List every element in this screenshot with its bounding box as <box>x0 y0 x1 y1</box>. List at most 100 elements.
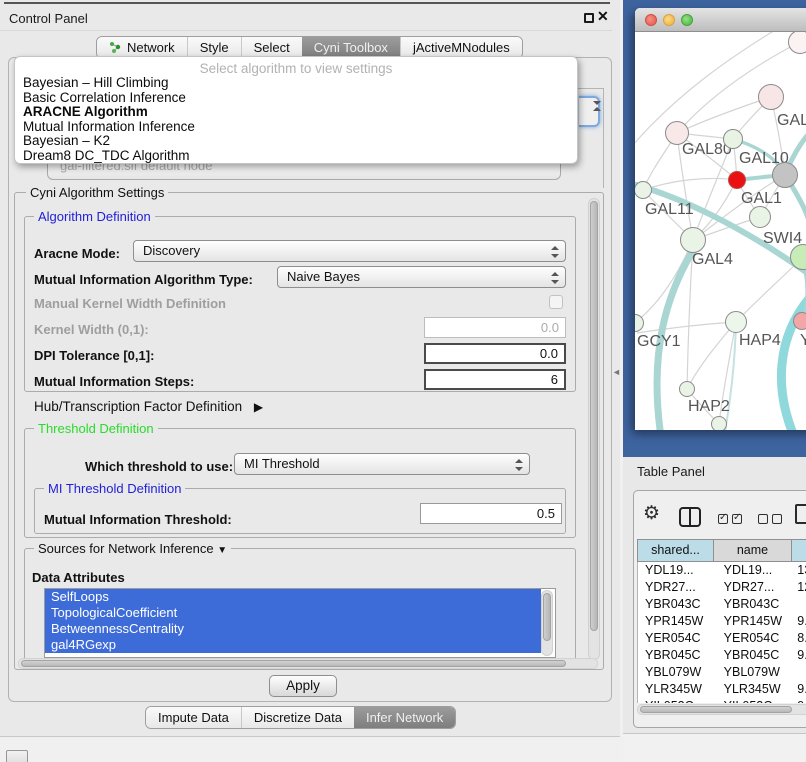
scrollbar-thumb[interactable] <box>640 706 792 713</box>
table-horizontal-scrollbar[interactable] <box>637 704 806 715</box>
dropdown-prompt: Select algorithm to view settings <box>15 61 577 76</box>
network-node[interactable] <box>758 84 784 110</box>
table-row[interactable]: YBL079WYBL079W <box>638 664 806 681</box>
settings-horizontal-scrollbar[interactable] <box>18 658 598 669</box>
gear-icon[interactable]: ⚙ <box>643 503 660 525</box>
node-label: HAP4 <box>739 332 781 350</box>
manual-kernel-label: Manual Kernel Width Definition <box>34 296 226 311</box>
hidden-group-border <box>603 88 604 188</box>
mi-type-combo[interactable]: Naive Bayes <box>277 266 566 288</box>
mi-threshold-group-title: MI Threshold Definition <box>44 481 185 496</box>
columns-icon[interactable] <box>679 507 701 527</box>
scrollbar-thumb[interactable] <box>21 660 566 667</box>
dpi-tolerance-field[interactable]: 0.0 <box>424 343 566 364</box>
network-node[interactable] <box>728 171 746 189</box>
dropdown-item[interactable]: Mutual Information Inference <box>23 120 569 135</box>
list-item[interactable]: gal4RGexp <box>45 637 541 653</box>
tab-cyni-toolbox[interactable]: Cyni Toolbox <box>302 37 400 58</box>
network-node[interactable] <box>711 416 727 430</box>
table-row[interactable]: YPR145WYPR145W9. <box>638 613 806 630</box>
which-threshold-combo[interactable]: MI Threshold <box>234 453 530 475</box>
table-row[interactable]: YLR345WYLR345W9. <box>638 681 806 698</box>
table-cell: YER054C <box>638 630 715 647</box>
tab-impute-data[interactable]: Impute Data <box>146 707 241 728</box>
node-label: SWI4 <box>763 230 802 248</box>
dropdown-item[interactable]: Basic Correlation Inference <box>23 91 569 106</box>
table-cell: YDL19... <box>715 562 793 579</box>
sources-group-title[interactable]: Sources for Network Inference ▼ <box>34 541 231 556</box>
table-row[interactable]: YDR27...YDR27...12 <box>638 579 806 596</box>
table-cell: 9 <box>792 698 806 703</box>
split-pane-handle[interactable]: ◄ <box>612 367 621 377</box>
unchecked-checkbox-icon[interactable] <box>772 514 782 524</box>
network-node[interactable] <box>793 312 806 330</box>
kernel-width-label: Kernel Width (0,1): <box>34 322 149 337</box>
tab-label: Discretize Data <box>254 710 342 725</box>
aracne-mode-combo[interactable]: Discovery <box>133 240 566 262</box>
scrollbar-thumb[interactable] <box>590 201 598 631</box>
bottom-tabstrip: Impute Data Discretize Data Infer Networ… <box>145 706 456 729</box>
tab-label: jActiveMNodules <box>413 40 510 55</box>
zoom-traffic-light-icon[interactable] <box>681 14 693 26</box>
hidden-combo-stepper[interactable] <box>579 96 600 127</box>
manual-kernel-checkbox[interactable] <box>549 295 563 309</box>
network-node[interactable] <box>680 227 706 253</box>
window-top-border <box>4 2 610 4</box>
node-label: GAL1 <box>741 190 782 208</box>
network-window-titlebar[interactable] <box>635 8 806 32</box>
hub-definition-toggle[interactable]: Hub/Transcription Factor Definition ▶ <box>34 399 263 414</box>
apply-button[interactable]: Apply <box>269 675 337 697</box>
settings-vertical-scrollbar[interactable] <box>588 198 600 660</box>
checked-checkbox-icon[interactable] <box>718 514 728 524</box>
list-item[interactable]: SelfLoops <box>45 589 541 605</box>
close-traffic-light-icon[interactable] <box>645 14 657 26</box>
tab-label: Style <box>200 40 229 55</box>
table-row[interactable]: YER054CYER054C8. <box>638 630 806 647</box>
minimize-traffic-light-icon[interactable] <box>663 14 675 26</box>
list-item[interactable]: BetweennessCentrality <box>45 621 541 637</box>
minimized-panel-icon[interactable] <box>6 750 28 762</box>
tab-jactivemnodules[interactable]: jActiveMNodules <box>400 37 522 58</box>
kernel-width-field[interactable]: 0.0 <box>424 317 566 338</box>
table-row[interactable]: YBR045CYBR045C9. <box>638 647 806 664</box>
mi-threshold-field[interactable]: 0.5 <box>420 503 562 524</box>
network-node[interactable] <box>679 381 695 397</box>
close-icon[interactable]: ✕ <box>597 8 609 25</box>
mi-steps-field[interactable]: 6 <box>424 369 566 390</box>
table-row[interactable]: YDL19...YDL19...13 <box>638 562 806 579</box>
network-view-window: GALGAL80GAL10GAL1GAL11SWI4GAL4GCY1HAP4YH… <box>635 8 806 430</box>
column-header[interactable]: A <box>792 539 806 562</box>
tab-network[interactable]: Network <box>97 37 187 58</box>
table-cell: YBL079W <box>638 664 715 681</box>
which-threshold-label: Which threshold to use: <box>85 459 233 474</box>
column-header[interactable]: name <box>714 539 792 562</box>
checked-checkbox-icon[interactable] <box>732 514 742 524</box>
list-item[interactable]: TopologicalCoefficient <box>45 605 541 621</box>
dropdown-item[interactable]: Bayesian – Hill Climbing <box>23 76 569 91</box>
table-cell: YPR145W <box>638 613 715 630</box>
scrollbar-thumb[interactable] <box>543 593 551 641</box>
column-header[interactable]: shared... <box>637 539 714 562</box>
network-canvas[interactable]: GALGAL80GAL10GAL1GAL11SWI4GAL4GCY1HAP4YH… <box>635 32 806 430</box>
algorithm-definition-title: Algorithm Definition <box>34 209 155 224</box>
tab-select[interactable]: Select <box>241 37 302 58</box>
file-icon[interactable] <box>795 504 806 524</box>
table-row[interactable]: YIL052CYIL052C9 <box>638 698 806 703</box>
dropdown-item[interactable]: Dream8 DC_TDC Algorithm <box>23 149 569 164</box>
table-row[interactable]: YBR043CYBR043C <box>638 596 806 613</box>
tab-infer-network[interactable]: Infer Network <box>354 707 455 728</box>
tab-discretize-data[interactable]: Discretize Data <box>241 707 354 728</box>
float-window-icon[interactable] <box>584 13 594 23</box>
network-node[interactable] <box>725 311 747 333</box>
dropdown-item[interactable]: Bayesian – K2 <box>23 134 569 149</box>
network-node[interactable] <box>749 206 771 228</box>
list-vertical-scrollbar[interactable] <box>541 590 553 656</box>
status-strip <box>623 734 806 762</box>
tab-label: Select <box>254 40 290 55</box>
tab-style[interactable]: Style <box>187 37 241 58</box>
unchecked-checkbox-icon[interactable] <box>758 514 768 524</box>
network-node[interactable] <box>723 129 743 149</box>
dropdown-item-selected[interactable]: ARACNE Algorithm <box>23 105 569 120</box>
table-panel-window: ⚙ shared... name A YDL19...YDL19...13YDR… <box>633 490 806 728</box>
network-node[interactable] <box>772 162 798 188</box>
